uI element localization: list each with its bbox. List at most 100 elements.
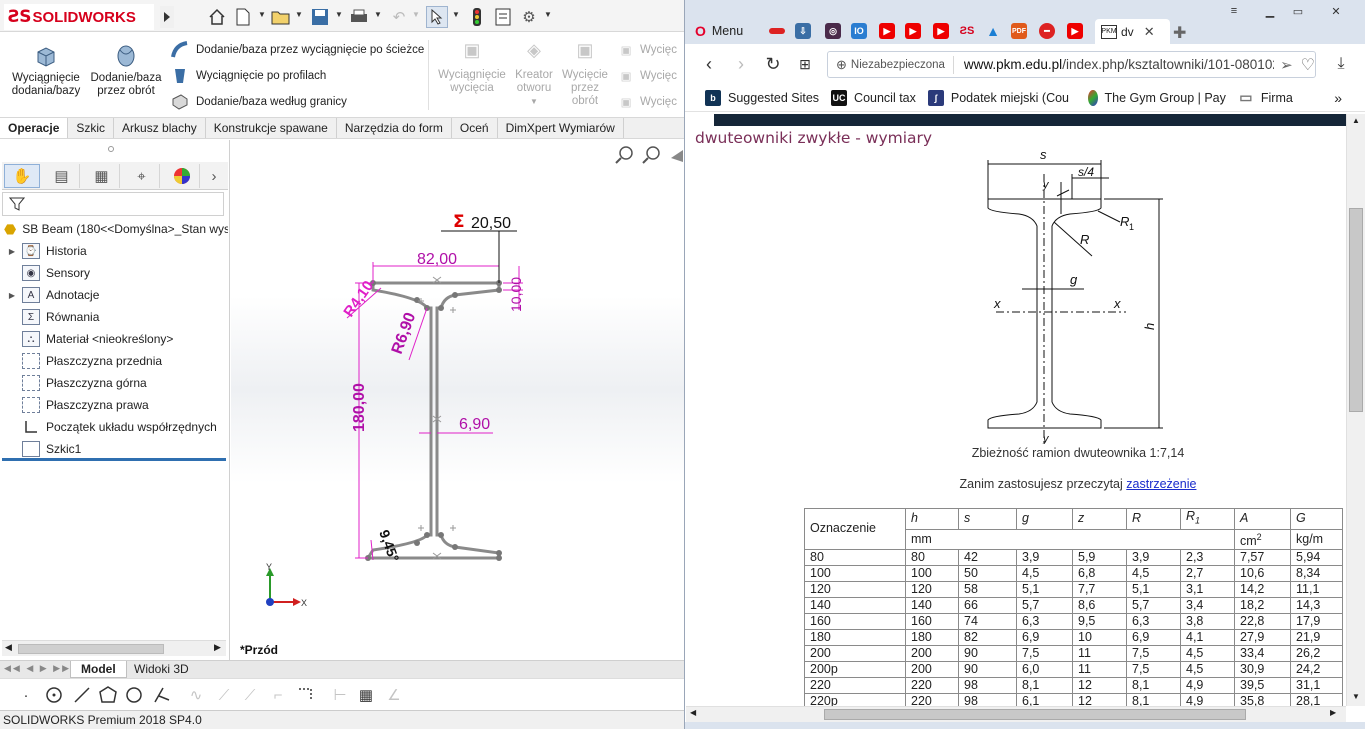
previous-view-icon[interactable] [671,150,683,162]
bookmark-folder-firma[interactable]: ▭ Firma [1238,90,1293,106]
new-document-icon[interactable] [232,6,254,28]
convert-entities-icon[interactable]: ⌐ [268,685,288,705]
tab-favicon-drive-icon[interactable]: ▲ [985,23,1001,39]
property-manager-tab-icon[interactable]: ▤ [44,164,80,188]
swept-cut-button[interactable]: ▣ Wycięc [616,40,677,60]
heart-bookmark-icon[interactable]: ♡ [1301,55,1315,75]
tab-favicon-youtube-icon[interactable]: ▶ [1067,23,1083,39]
tree-item-equations[interactable]: Σ Równania [0,306,228,328]
speed-dial-grid-icon[interactable]: ⊞ [795,54,815,74]
web-thickness-dimension[interactable]: 6,90 [459,416,490,433]
tab-favicon-youtube-icon[interactable]: ▶ [879,23,895,39]
url-text[interactable]: www.pkm.edu.pl/index.php/ksztaltowniki/1… [964,57,1274,72]
mirror-icon[interactable]: ⊢ [330,685,350,705]
file-properties-icon[interactable] [492,6,514,28]
zoom-to-area-icon[interactable] [642,146,660,164]
dimxpert-manager-tab-icon[interactable]: ⌖ [124,164,160,188]
undo-dropdown-caret[interactable]: ▼ [412,10,420,19]
angle-icon[interactable]: ∠ [384,685,404,705]
tab-favicon-solidworks-icon[interactable]: ƧS [959,23,975,39]
tree-horizontal-scrollbar[interactable]: ◀ ▶ [2,640,226,656]
revolve-cut-button[interactable]: ▣ Wycięcie przez obrót [560,41,610,108]
disclaimer-link[interactable]: zastrzeżenie [1126,477,1196,491]
close-tab-icon[interactable]: ✕ [1144,24,1155,40]
tree-item-history[interactable]: ▶ ⌚ Historia [0,240,228,262]
scroll-left-arrow-icon[interactable]: ◀ [5,642,12,653]
close-icon[interactable]: ✕ [1325,3,1347,19]
send-arrow-icon[interactable]: ➢ [1280,56,1293,74]
scroll-up-arrow-icon[interactable]: ▲ [1352,116,1360,125]
tab-3d-views[interactable]: Widoki 3D [124,661,199,678]
tab-favicon-purple-icon[interactable]: ◎ [825,23,841,39]
vertical-scroll-thumb[interactable] [1349,208,1363,412]
extrude-boss-button[interactable]: Wyciągnięcie dodania/bazy [8,44,84,98]
bookmark-podatek[interactable]: ʃ Podatek miejski (Cou [927,89,1076,106]
tree-item-sketch1[interactable]: Szkic1 [0,438,228,460]
tab-favicon-red-circle-icon[interactable]: ━ [1039,23,1055,39]
scroll-thumb[interactable] [18,644,164,654]
back-arrow-icon[interactable]: ‹ [699,54,719,74]
sum-dimension-value[interactable]: 20,50 [471,215,511,232]
active-tab[interactable]: PKM dv ✕ [1095,19,1170,44]
undo-icon[interactable]: ↶ [388,6,410,28]
panel-grip[interactable] [108,146,114,152]
boundary-boss-button[interactable]: Dodanie/baza według granicy [170,92,347,112]
lofted-cut-button[interactable]: ▣ Wycięc [616,66,677,86]
rebuild-traffic-light-icon[interactable] [466,6,488,28]
tab-weldments[interactable]: Konstrukcje spawane [206,118,337,138]
zoom-to-fit-icon[interactable] [615,146,633,164]
downloads-icon[interactable]: ⤓ [1331,54,1351,74]
minimize-icon[interactable]: ▁ [1259,3,1281,19]
centerpoint-arc-icon[interactable] [124,685,144,705]
tab-favicon-youtube-icon[interactable]: ▶ [933,23,949,39]
tab-favicon-download-icon[interactable]: ⇩ [795,23,811,39]
solidworks-logo[interactable]: ƧS SOLIDWORKS [4,4,154,30]
tab-features[interactable]: Operacje [0,118,69,138]
menu-expand-button[interactable] [160,6,174,28]
smart-dimension-icon[interactable] [296,685,316,705]
tree-root-part[interactable]: ⬣ SB Beam (180<<Domyślna>_Stan wys [0,218,228,240]
tab-dimxpert[interactable]: DimXpert Wymiarów [498,118,624,138]
scroll-down-arrow-icon[interactable]: ▼ [1352,692,1360,701]
tab-favicon-youtube-icon[interactable]: ▶ [905,23,921,39]
tab-favicon-red-bar-icon[interactable] [769,28,785,34]
open-folder-icon[interactable] [270,6,292,28]
display-manager-tab-icon[interactable] [164,164,200,188]
bookmark-gym-group[interactable]: The Gym Group | Pay [1087,89,1226,106]
sketch-drawing[interactable]: Σ 20,50 82,00 10,00 R4,10 R6,90 180,00 6… [231,140,684,660]
circle-icon[interactable] [44,685,64,705]
security-indicator[interactable]: Niezabezpieczona [847,55,954,74]
expand-tabs-icon[interactable]: › [204,164,224,188]
sweep-boss-button[interactable]: Dodanie/baza przez wyciągnięcie po ścież… [170,40,424,60]
bookmark-suggested-sites[interactable]: b Suggested Sites [705,89,819,106]
width-dimension[interactable]: 82,00 [417,251,457,268]
select-dropdown-caret[interactable]: ▼ [452,10,460,19]
scroll-right-arrow-icon[interactable]: ▶ [214,642,221,653]
fillet-icon[interactable]: ∿ [186,685,206,705]
revolve-boss-button[interactable]: Dodanie/baza przez obrót [88,44,164,98]
page-horizontal-scrollbar[interactable]: ◀ ▶ [686,706,1346,722]
tree-item-sensors[interactable]: ◉ Sensory [0,262,228,284]
line-icon[interactable] [72,685,92,705]
chamfer-icon[interactable]: ⟋ [214,685,234,705]
options-gear-icon[interactable]: ⚙ [518,6,540,28]
height-dimension[interactable]: 180,00 [351,383,368,432]
boundary-cut-button[interactable]: ▣ Wycięc [616,92,677,112]
forward-arrow-icon[interactable]: › [731,54,751,74]
extrude-cut-button[interactable]: ▣ Wyciągnięcie wycięcia [436,41,508,95]
expand-arrow-icon[interactable]: ▶ [6,247,18,256]
select-cursor-icon[interactable] [426,6,448,28]
expand-arrow-icon[interactable]: ▶ [6,291,18,300]
linear-pattern-icon[interactable]: ▦ [356,685,376,705]
tab-favicon-io-icon[interactable]: IO [851,23,867,39]
page-vertical-scrollbar[interactable]: ▲ ▼ [1346,114,1365,706]
tab-scroll-arrows-icon[interactable]: ◀◀ ◀ ▶ ▶▶ [4,663,71,674]
save-icon[interactable] [309,6,331,28]
tree-item-origin[interactable]: Początek układu współrzędnych [0,416,228,438]
feature-manager-tab-icon[interactable]: ✋ [4,164,40,188]
loft-boss-button[interactable]: Wyciągnięcie po profilach [170,66,326,86]
tab-sheet-metal[interactable]: Arkusz blachy [114,118,206,138]
scroll-right-arrow-icon[interactable]: ▶ [1330,708,1336,717]
tree-item-right-plane[interactable]: Płaszczyzna prawa [0,394,228,416]
tab-mold-tools[interactable]: Narzędzia do form [337,118,452,138]
